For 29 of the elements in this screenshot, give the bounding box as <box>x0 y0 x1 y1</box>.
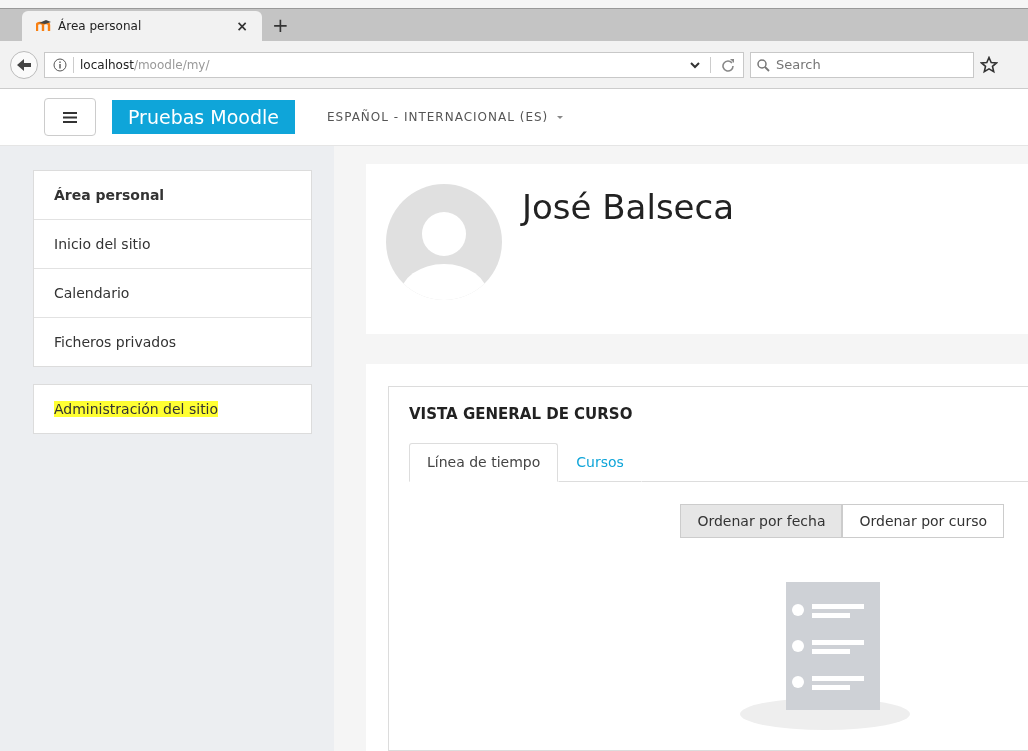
tab[interactable]: Línea de tiempo <box>409 443 559 482</box>
user-name: José Balseca <box>522 187 735 227</box>
sort-button[interactable]: Ordenar por curso <box>842 504 1004 538</box>
bookmark-star-icon[interactable] <box>980 55 998 74</box>
close-tab-button[interactable]: × <box>236 18 248 34</box>
info-icon <box>53 57 67 72</box>
nav-item[interactable]: Calendario <box>34 268 311 317</box>
search-field[interactable]: Search <box>750 51 974 78</box>
menu-icon <box>63 111 77 123</box>
nav-item[interactable]: Inicio del sitio <box>34 219 311 268</box>
language-menu[interactable]: ESPAÑOL - INTERNACIONAL (ES) <box>327 110 565 124</box>
moodle-icon <box>36 20 52 32</box>
tab-title: Área personal <box>58 19 143 33</box>
nav-item[interactable]: Área personal <box>34 171 311 219</box>
menu-button[interactable] <box>44 98 96 136</box>
sort-button[interactable]: Ordenar por fecha <box>680 504 843 538</box>
url-text: localhost/moodle/my/ <box>80 57 210 72</box>
browser-tab[interactable]: Área personal × <box>22 11 262 41</box>
reload-icon[interactable] <box>721 57 735 72</box>
new-tab-button[interactable]: + <box>262 13 299 41</box>
nav-item[interactable]: Ficheros privados <box>34 317 311 366</box>
address-bar[interactable]: localhost/moodle/my/ <box>44 51 744 78</box>
caret-icon <box>556 114 565 120</box>
section-title: VISTA GENERAL DE CURSO <box>409 405 634 423</box>
search-icon <box>757 58 770 72</box>
back-button[interactable] <box>10 50 38 79</box>
chevron-down-icon[interactable] <box>690 60 700 69</box>
arrow-left-icon <box>16 57 32 72</box>
nav-item[interactable]: Administración del sitio <box>34 385 311 433</box>
